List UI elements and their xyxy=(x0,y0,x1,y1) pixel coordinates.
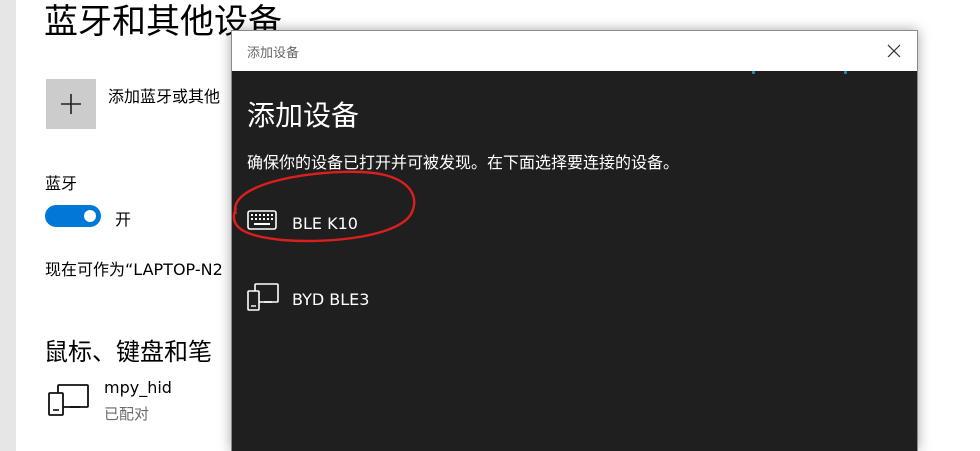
progress-dots xyxy=(752,71,862,77)
close-button[interactable] xyxy=(871,31,917,71)
bluetooth-toggle[interactable] xyxy=(45,205,101,227)
section-title-mouse-keyboard: 鼠标、键盘和笔 xyxy=(44,338,212,366)
device-item-byd-ble3[interactable]: BYD BLE3 xyxy=(247,277,607,325)
red-highlight-ellipse xyxy=(232,170,416,243)
bluetooth-label: 蓝牙 xyxy=(45,174,78,193)
add-device-button[interactable] xyxy=(46,79,96,129)
add-device-label[interactable]: 添加蓝牙或其他 xyxy=(108,83,220,107)
paired-device-status: 已配对 xyxy=(104,405,150,423)
left-nav-strip xyxy=(0,0,16,451)
device-icon xyxy=(247,283,279,311)
toggle-state-text: 开 xyxy=(115,210,132,229)
toggle-knob xyxy=(84,210,96,222)
discoverable-text: 现在可作为“LAPTOP-N2 xyxy=(45,260,223,279)
device-icon xyxy=(48,384,89,416)
plus-icon xyxy=(61,94,81,114)
dialog-heading: 添加设备 xyxy=(247,99,360,132)
close-icon xyxy=(887,44,901,58)
device-name: BYD BLE3 xyxy=(292,290,370,309)
dialog-window-title: 添加设备 xyxy=(247,46,300,61)
paired-device-name[interactable]: mpy_hid xyxy=(104,378,172,397)
dialog-titlebar: 添加设备 xyxy=(232,31,917,71)
